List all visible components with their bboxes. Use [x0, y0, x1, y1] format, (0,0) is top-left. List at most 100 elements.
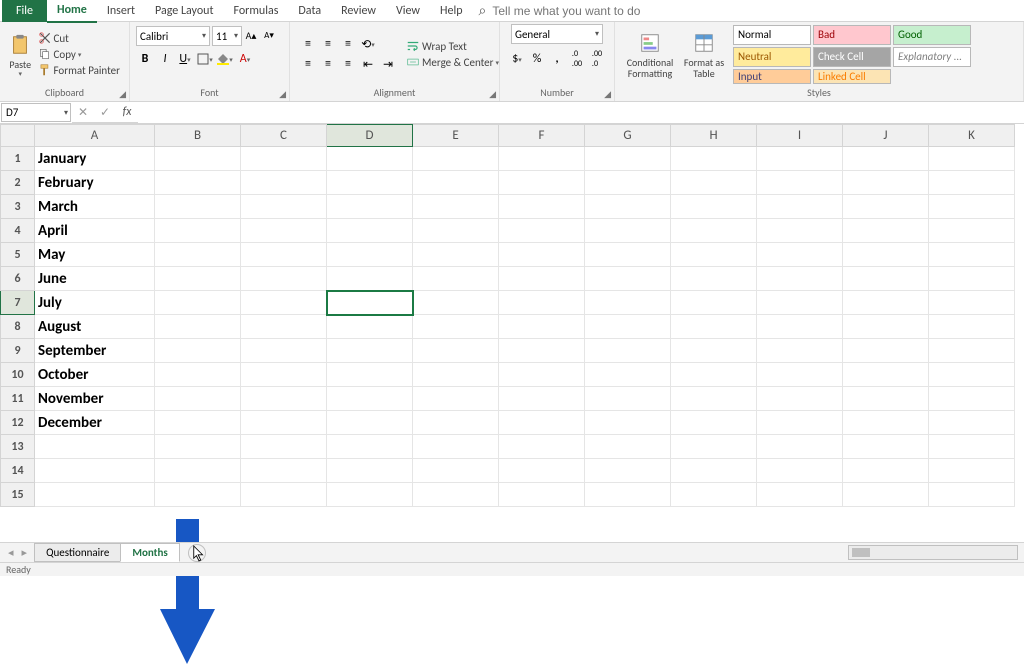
cell-E2[interactable] [413, 171, 499, 195]
cell-F10[interactable] [499, 363, 585, 387]
cell-B12[interactable] [155, 411, 241, 435]
cell-A14[interactable] [35, 459, 155, 483]
cell-C5[interactable] [241, 243, 327, 267]
cell-D7[interactable] [327, 291, 413, 315]
number-format-select[interactable]: General▾ [511, 24, 603, 44]
cell-J4[interactable] [843, 219, 929, 243]
cell-E10[interactable] [413, 363, 499, 387]
cell-I13[interactable] [757, 435, 843, 459]
cell-B3[interactable] [155, 195, 241, 219]
cell-I10[interactable] [757, 363, 843, 387]
cell-G3[interactable] [585, 195, 671, 219]
cell-A12[interactable]: December [35, 411, 155, 435]
cell-J15[interactable] [843, 483, 929, 507]
column-header-A[interactable]: A [35, 125, 155, 147]
column-header-F[interactable]: F [499, 125, 585, 147]
tell-me-input[interactable] [492, 4, 752, 18]
column-header-G[interactable]: G [585, 125, 671, 147]
cell-B1[interactable] [155, 147, 241, 171]
cell-D13[interactable] [327, 435, 413, 459]
cell-K15[interactable] [929, 483, 1015, 507]
cell-C10[interactable] [241, 363, 327, 387]
sheet-nav-next[interactable]: ▸ [22, 546, 28, 559]
cell-E12[interactable] [413, 411, 499, 435]
style-bad[interactable]: Bad [813, 25, 891, 45]
cell-A3[interactable]: March [35, 195, 155, 219]
horizontal-scrollbar[interactable] [848, 545, 1018, 560]
cell-H14[interactable] [671, 459, 757, 483]
row-header-5[interactable]: 5 [1, 243, 35, 267]
cell-A7[interactable]: July [35, 291, 155, 315]
cell-G10[interactable] [585, 363, 671, 387]
cell-F4[interactable] [499, 219, 585, 243]
row-header-11[interactable]: 11 [1, 387, 35, 411]
cell-C11[interactable] [241, 387, 327, 411]
cell-E14[interactable] [413, 459, 499, 483]
cell-C9[interactable] [241, 339, 327, 363]
cell-B5[interactable] [155, 243, 241, 267]
cell-H10[interactable] [671, 363, 757, 387]
font-name-select[interactable]: Calibri▾ [136, 26, 210, 46]
cell-H9[interactable] [671, 339, 757, 363]
cell-A8[interactable]: August [35, 315, 155, 339]
cell-K3[interactable] [929, 195, 1015, 219]
cell-I8[interactable] [757, 315, 843, 339]
cell-K8[interactable] [929, 315, 1015, 339]
cell-C3[interactable] [241, 195, 327, 219]
cell-I1[interactable] [757, 147, 843, 171]
border-button[interactable]: ▾ [196, 50, 214, 68]
style-normal[interactable]: Normal [733, 25, 811, 45]
cell-F3[interactable] [499, 195, 585, 219]
cell-G14[interactable] [585, 459, 671, 483]
cell-I11[interactable] [757, 387, 843, 411]
cell-D6[interactable] [327, 267, 413, 291]
cell-G5[interactable] [585, 243, 671, 267]
align-center-button[interactable]: ≡ [319, 55, 337, 73]
cell-G11[interactable] [585, 387, 671, 411]
cell-C15[interactable] [241, 483, 327, 507]
row-header-9[interactable]: 9 [1, 339, 35, 363]
cell-G12[interactable] [585, 411, 671, 435]
font-launcher[interactable]: ◢ [279, 89, 286, 100]
select-all-corner[interactable] [1, 125, 35, 147]
cell-A15[interactable] [35, 483, 155, 507]
number-launcher[interactable]: ◢ [604, 89, 611, 100]
cell-D9[interactable] [327, 339, 413, 363]
cell-B11[interactable] [155, 387, 241, 411]
cell-G1[interactable] [585, 147, 671, 171]
cell-C7[interactable] [241, 291, 327, 315]
cell-G6[interactable] [585, 267, 671, 291]
cell-H1[interactable] [671, 147, 757, 171]
cell-A2[interactable]: February [35, 171, 155, 195]
cell-F6[interactable] [499, 267, 585, 291]
cell-J8[interactable] [843, 315, 929, 339]
cell-J10[interactable] [843, 363, 929, 387]
row-header-15[interactable]: 15 [1, 483, 35, 507]
shrink-font-button[interactable]: A▾ [260, 26, 278, 44]
cell-A5[interactable]: May [35, 243, 155, 267]
cell-E13[interactable] [413, 435, 499, 459]
cell-K2[interactable] [929, 171, 1015, 195]
cell-D10[interactable] [327, 363, 413, 387]
cell-C1[interactable] [241, 147, 327, 171]
row-header-1[interactable]: 1 [1, 147, 35, 171]
style-neutral[interactable]: Neutral [733, 47, 811, 67]
alignment-launcher[interactable]: ◢ [489, 89, 496, 100]
style-check-cell[interactable]: Check Cell [813, 47, 891, 67]
cell-I2[interactable] [757, 171, 843, 195]
cell-D11[interactable] [327, 387, 413, 411]
grow-font-button[interactable]: A▴ [242, 26, 260, 44]
column-header-B[interactable]: B [155, 125, 241, 147]
paste-button[interactable]: Paste▾ [6, 31, 35, 78]
cell-B14[interactable] [155, 459, 241, 483]
cell-G7[interactable] [585, 291, 671, 315]
insert-function-button[interactable]: fx [116, 105, 138, 119]
tab-review[interactable]: Review [331, 0, 386, 22]
cell-K4[interactable] [929, 219, 1015, 243]
cell-C8[interactable] [241, 315, 327, 339]
cell-F7[interactable] [499, 291, 585, 315]
cell-D8[interactable] [327, 315, 413, 339]
cell-J2[interactable] [843, 171, 929, 195]
column-header-C[interactable]: C [241, 125, 327, 147]
cell-F8[interactable] [499, 315, 585, 339]
